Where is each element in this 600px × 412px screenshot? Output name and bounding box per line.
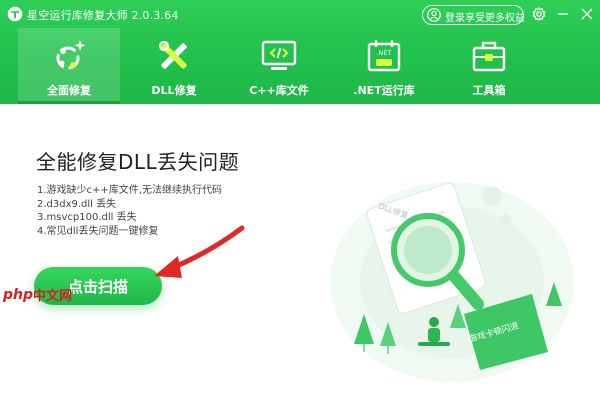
minimize-button[interactable] xyxy=(552,4,574,24)
php-logo-icon: php xyxy=(3,287,33,303)
user-avatar-icon xyxy=(427,8,441,22)
close-button[interactable] xyxy=(576,4,598,24)
gear-icon xyxy=(532,7,546,21)
code-monitor-icon xyxy=(261,40,297,70)
tab-cpp-library[interactable]: C++库文件 xyxy=(228,28,330,104)
app-window: 星空运行库修复大师 2.0.3.64 登录享受更多权益 全面修复 DLL修复 C… xyxy=(0,0,600,412)
pointer-arrow-icon xyxy=(154,225,245,278)
watermark: php 中文网 xyxy=(3,280,93,306)
list-item: 2.d3dx9.dll 丢失 xyxy=(37,198,117,210)
net-calendar-icon: .NET xyxy=(367,40,401,72)
repair-illustration: DLL修复 游戏卡顿闪退 xyxy=(330,182,574,382)
header: 星空运行库修复大师 2.0.3.64 登录享受更多权益 全面修复 DLL修复 C… xyxy=(0,0,600,104)
list-item: 1.游戏缺少c++库文件,无法继续执行代码 xyxy=(37,185,222,196)
login-button[interactable]: 登录享受更多权益 xyxy=(422,5,525,25)
repair-sparkle-icon xyxy=(56,40,86,70)
svg-text:.NET: .NET xyxy=(376,49,391,57)
tab-toolbox[interactable]: 工具箱 xyxy=(438,28,540,104)
settings-button[interactable] xyxy=(528,4,550,24)
title-bar[interactable]: 星空运行库修复大师 2.0.3.64 登录享受更多权益 xyxy=(0,0,600,28)
close-icon xyxy=(581,8,593,20)
watermark-text: 中文网 xyxy=(33,289,73,304)
tab-label: 工具箱 xyxy=(472,84,506,97)
tools-cross-icon xyxy=(158,40,187,69)
tab-label: .NET运行库 xyxy=(353,84,415,97)
tab-label: 全面修复 xyxy=(47,84,91,97)
tab-label: C++库文件 xyxy=(249,84,309,97)
tab-full-repair[interactable]: 全面修复 xyxy=(18,28,120,104)
app-title: 星空运行库修复大师 2.0.3.64 xyxy=(27,9,179,22)
login-label: 登录享受更多权益 xyxy=(445,13,525,24)
tab-dll-repair[interactable]: DLL修复 xyxy=(123,28,225,104)
minimize-icon xyxy=(558,13,568,15)
toolbox-icon xyxy=(472,41,506,72)
tab-net-runtime[interactable]: .NET .NET运行库 xyxy=(333,28,435,104)
php-logo-text: php xyxy=(3,287,33,303)
app-logo-icon xyxy=(7,6,23,22)
tab-label: DLL修复 xyxy=(151,84,197,97)
page-title: 全能修复DLL丢失问题 xyxy=(36,150,240,174)
list-item: 3.msvcp100.dll 丢失 xyxy=(37,212,137,223)
main-content: 全能修复DLL丢失问题 1.游戏缺少c++库文件,无法继续执行代码 2.d3dx… xyxy=(0,104,600,412)
